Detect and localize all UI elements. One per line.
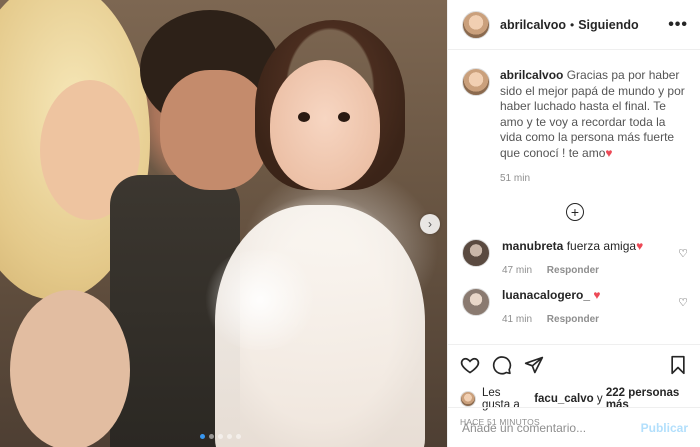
comment-icon[interactable] [492, 355, 512, 375]
carousel-indicator [200, 434, 241, 439]
photo-girl-face [270, 60, 380, 190]
carousel-dot [209, 434, 214, 439]
heart-emoji-icon: ♥ [636, 238, 644, 253]
post-header: abrilcalvoo • Siguiendo ••• [448, 0, 700, 50]
liker-avatar[interactable] [460, 391, 476, 407]
action-icons [460, 353, 688, 377]
heart-emoji-icon: ♥ [605, 145, 613, 160]
comment-text: fuerza amiga [566, 238, 637, 253]
author-avatar[interactable] [462, 10, 490, 39]
publish-button[interactable]: Publicar [641, 421, 688, 435]
bookmark-icon[interactable] [668, 355, 688, 375]
carousel-dot [227, 434, 232, 439]
liker-username[interactable]: facu_calvo [534, 393, 593, 405]
chevron-right-icon: › [428, 217, 432, 231]
comment-username[interactable]: manubreta [502, 239, 563, 253]
photo-man-face [160, 70, 270, 190]
comment-body: luanacalogero_ ♥ 41 min Responder [502, 288, 678, 325]
carousel-dot [200, 434, 205, 439]
plus-circle-icon: + [566, 202, 584, 221]
comment-item: luanacalogero_ ♥ 41 min Responder ♡ [462, 287, 688, 325]
comment-like-icon[interactable]: ♡ [678, 296, 688, 309]
caption-time: 51 min [500, 173, 531, 184]
comment-avatar[interactable] [462, 238, 490, 267]
caption-username[interactable]: abrilcalvoo [500, 68, 563, 82]
comment-meta: 47 min Responder [502, 265, 678, 276]
post-side-panel: abrilcalvoo • Siguiendo ••• abrilcalvoo … [447, 0, 700, 447]
photo-girl-eye [298, 112, 310, 122]
post-photo[interactable]: › [0, 0, 447, 447]
comment-item: manubreta fuerza amiga♥ 47 min Responder… [462, 238, 688, 276]
likes-connector: y [596, 393, 603, 405]
load-more-comments[interactable]: + [462, 202, 688, 221]
comment-like-icon[interactable]: ♡ [678, 247, 688, 260]
following-button[interactable]: Siguiendo [578, 18, 638, 32]
caption-avatar[interactable] [462, 68, 490, 96]
more-icon[interactable]: ••• [668, 16, 688, 34]
reply-button[interactable]: Responder [547, 265, 599, 276]
comment-body: manubreta fuerza amiga♥ 47 min Responder [502, 239, 678, 276]
comment-avatar[interactable] [462, 287, 490, 316]
share-icon[interactable] [524, 355, 544, 375]
comment-username[interactable]: luanacalogero_ [502, 288, 590, 302]
comment-input[interactable] [462, 420, 641, 435]
instagram-post-modal: › abrilcalvoo • Siguiendo ••• abrilcalvo… [0, 0, 700, 447]
next-slide-button[interactable]: › [420, 214, 440, 234]
header-separator: • [570, 17, 575, 32]
comment-composer: Publicar [448, 407, 700, 447]
carousel-dot [236, 434, 241, 439]
reply-button[interactable]: Responder [547, 314, 599, 325]
photo-hand [10, 290, 130, 447]
photo-girl-eye [338, 112, 350, 122]
comment-time: 47 min [502, 264, 533, 276]
author-username[interactable]: abrilcalvoo [500, 18, 566, 32]
photo-glare [200, 250, 320, 350]
comment-meta: 41 min Responder [502, 314, 678, 325]
carousel-dot [218, 434, 223, 439]
comment-time: 41 min [502, 313, 533, 325]
caption: abrilcalvoo Gracias pa por haber sido el… [462, 68, 688, 187]
heart-emoji-icon: ♥ [593, 287, 601, 302]
heart-icon[interactable] [460, 355, 480, 375]
caption-body: abrilcalvoo Gracias pa por haber sido el… [500, 68, 688, 187]
comments-list: abrilcalvoo Gracias pa por haber sido el… [448, 50, 700, 344]
